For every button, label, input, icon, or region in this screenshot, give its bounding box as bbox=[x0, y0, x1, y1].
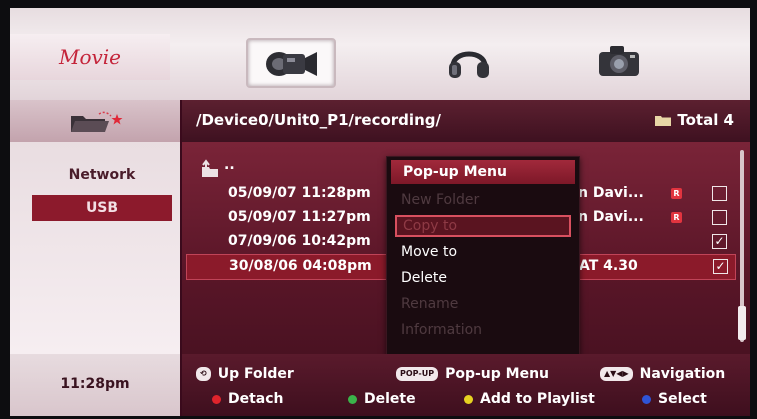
total-count: Total 4 bbox=[655, 111, 734, 129]
file-date: 30/08/06 04:08pm bbox=[229, 258, 372, 274]
menu-item-copy-to[interactable]: Copy to bbox=[395, 215, 571, 237]
return-key-icon: ⟲ bbox=[196, 367, 211, 381]
menu-item-new-folder: New Folder bbox=[401, 192, 480, 208]
select-checkbox[interactable] bbox=[712, 210, 727, 225]
tab-photo[interactable] bbox=[576, 38, 662, 84]
popup-title: Pop-up Menu bbox=[391, 160, 575, 184]
top-bar: Movie bbox=[10, 8, 750, 100]
file-title: n Davi... bbox=[578, 185, 644, 201]
headphones-icon bbox=[449, 51, 489, 78]
popup-menu: Pop-up Menu New Folder Copy to Move to D… bbox=[386, 156, 580, 356]
menu-item-rename: Rename bbox=[401, 296, 459, 312]
folder-star-icon bbox=[71, 111, 123, 132]
hint-select[interactable]: Select bbox=[642, 391, 707, 407]
yellow-button-icon bbox=[464, 394, 473, 404]
device-sidebar: Network USB bbox=[10, 142, 180, 354]
hint-detach[interactable]: Detach bbox=[212, 391, 284, 407]
current-path: /Device0/Unit0_P1/recording/ bbox=[196, 111, 441, 129]
folder-cell bbox=[10, 100, 180, 142]
hint-up-folder[interactable]: ⟲ Up Folder bbox=[196, 366, 294, 382]
movie-camera-icon bbox=[266, 52, 317, 76]
file-date: 05/09/07 11:27pm bbox=[228, 209, 371, 225]
file-date: 07/09/06 10:42pm bbox=[228, 233, 371, 249]
record-badge: R bbox=[671, 212, 682, 223]
select-checkbox[interactable] bbox=[712, 186, 727, 201]
blue-button-icon bbox=[642, 394, 651, 404]
photo-camera-icon bbox=[599, 46, 639, 76]
menu-item-delete[interactable]: Delete bbox=[395, 267, 571, 289]
file-title: AT 4.30 bbox=[579, 258, 638, 274]
total-label: Total 4 bbox=[677, 111, 734, 129]
media-browser-screen: Movie /Device0/Unit0_P1/recording/ Total… bbox=[10, 8, 750, 416]
up-folder-icon bbox=[202, 159, 218, 177]
path-bar: /Device0/Unit0_P1/recording/ Total 4 bbox=[182, 100, 750, 142]
footer-hints: ⟲ Up Folder POP-UP Pop-up Menu ▲▼◀▶ Navi… bbox=[182, 354, 750, 416]
tab-music[interactable] bbox=[426, 38, 512, 84]
parent-folder-label: .. bbox=[224, 157, 235, 173]
folder-icon bbox=[655, 116, 672, 126]
hint-label: Pop-up Menu bbox=[445, 366, 550, 382]
popup-key-icon: POP-UP bbox=[396, 367, 439, 381]
menu-item-move-to[interactable]: Move to bbox=[395, 241, 571, 263]
hint-navigation[interactable]: ▲▼◀▶ Navigation bbox=[600, 366, 725, 382]
red-button-icon bbox=[212, 394, 221, 404]
menu-item-information: Information bbox=[401, 322, 483, 338]
hint-label: Delete bbox=[364, 391, 416, 407]
hint-popup-menu[interactable]: POP-UP Pop-up Menu bbox=[396, 366, 549, 382]
scrollbar-thumb[interactable] bbox=[738, 306, 746, 340]
hint-label: Select bbox=[658, 391, 707, 407]
record-badge: R bbox=[671, 188, 682, 199]
select-checkbox[interactable]: ✓ bbox=[712, 234, 727, 249]
hint-label: Up Folder bbox=[217, 366, 294, 382]
clock: 11:28pm bbox=[60, 376, 130, 392]
section-title: Movie bbox=[10, 34, 170, 80]
sidebar-item-network[interactable]: Network bbox=[32, 162, 172, 188]
hint-label: Detach bbox=[228, 391, 284, 407]
file-title: n Davi... bbox=[578, 209, 644, 225]
green-button-icon bbox=[348, 394, 357, 404]
hint-label: Navigation bbox=[639, 366, 726, 382]
sidebar-item-usb[interactable]: USB bbox=[32, 195, 172, 221]
hint-label: Add to Playlist bbox=[480, 391, 595, 407]
hint-add-to-playlist[interactable]: Add to Playlist bbox=[464, 391, 595, 407]
clock-panel: 11:28pm bbox=[10, 354, 180, 416]
arrow-keys-icon: ▲▼◀▶ bbox=[600, 367, 633, 381]
select-checkbox[interactable]: ✓ bbox=[713, 259, 728, 274]
file-date: 05/09/07 11:28pm bbox=[228, 185, 371, 201]
tab-movie[interactable] bbox=[246, 38, 336, 88]
hint-delete[interactable]: Delete bbox=[348, 391, 416, 407]
